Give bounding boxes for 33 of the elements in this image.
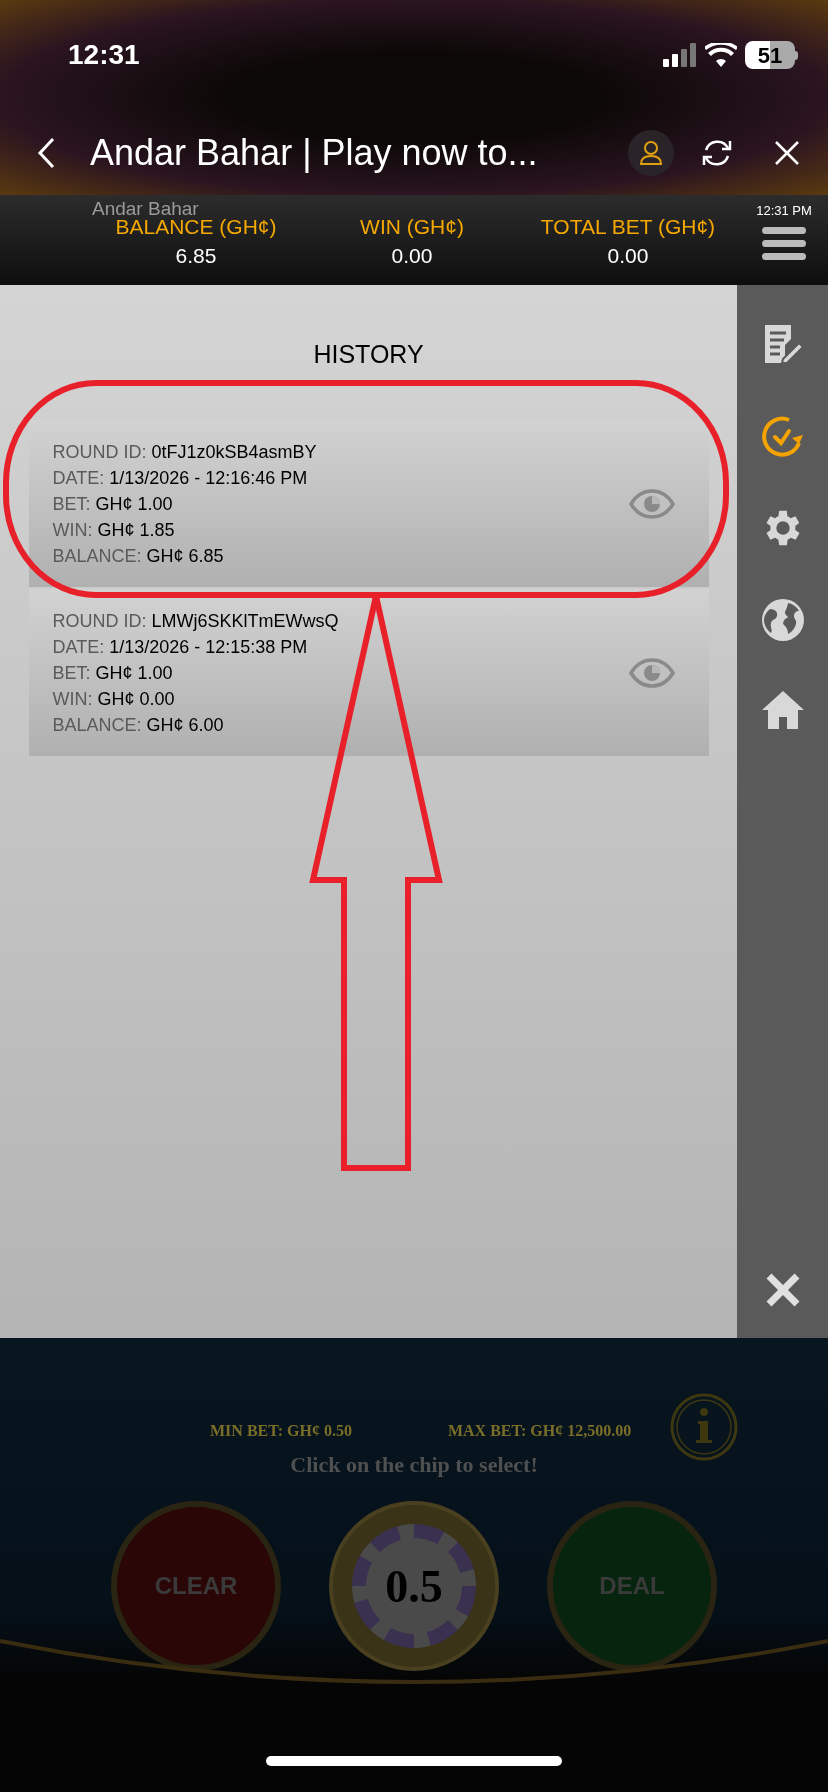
stat-label: WIN (GH¢) <box>360 214 464 240</box>
round-detail: BALANCE: GH¢ 6.00 <box>52 713 225 737</box>
stat-value: 0.00 <box>607 243 649 269</box>
chip-button[interactable]: 0.5 <box>329 1501 499 1671</box>
round-detail: DATE: 1/13/2026 - 12:15:38 PM <box>52 635 309 659</box>
menu-icon[interactable] <box>762 224 806 263</box>
chip-hint: Click on the chip to select! <box>290 1451 538 1479</box>
account-button[interactable] <box>628 129 674 176</box>
round-detail: ROUND ID: LMWj6SKKlTmEWwsQ <box>52 609 339 633</box>
chip-value: 0.5 <box>385 1559 443 1614</box>
history-row[interactable]: ROUND ID: LMWj6SKKlTmEWwsQ DATE: 1/13/2026 - 12:15:38 PM BET: GH¢ 1.00 WIN: GH¢ 0.00 BALANCE: GH¢ 6.00 <box>28 589 709 756</box>
back-icon[interactable] <box>36 136 56 169</box>
stat-value: 6.85 <box>175 243 217 269</box>
stat-value: 0.00 <box>391 243 433 269</box>
min-bet: MIN BET: GH¢ 0.50 <box>210 1421 352 1441</box>
signal-icon <box>663 43 697 67</box>
max-bet: MAX BET: GH¢ 12,500.00 <box>447 1421 632 1441</box>
round-detail: DATE: 1/13/2026 - 12:16:46 PM <box>52 466 309 490</box>
status-time: 12:31 <box>68 38 140 72</box>
history-title: HISTORY <box>313 339 424 369</box>
wifi-icon <box>705 43 737 67</box>
round-detail: WIN: GH¢ 0.00 <box>52 687 176 711</box>
globe-icon[interactable] <box>759 597 806 643</box>
stat-label: TOTAL BET (GH¢) <box>540 214 716 240</box>
round-detail: BALANCE: GH¢ 6.85 <box>52 544 225 568</box>
game-clock: 12:31 PM <box>756 202 812 220</box>
person-icon <box>638 139 664 166</box>
round-detail: WIN: GH¢ 1.85 <box>52 518 176 542</box>
battery-icon: 51 <box>745 41 798 69</box>
round-detail: BET: GH¢ 1.00 <box>52 661 174 685</box>
round-detail: BET: GH¢ 1.00 <box>52 492 174 516</box>
round-detail: ROUND ID: 0tFJ1z0kSB4asmBY <box>52 440 317 464</box>
page-title: Andar Bahar | Play now to... <box>90 130 539 175</box>
